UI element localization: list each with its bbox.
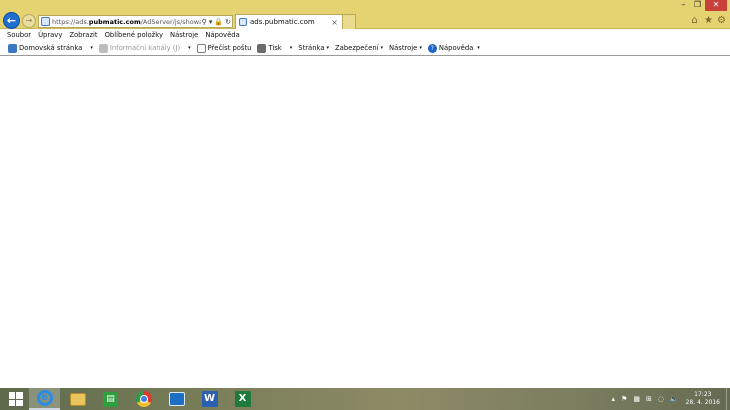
clock[interactable]: 17:23 28. 4. 2016 [686, 391, 720, 407]
home-page-button[interactable]: Domovská stránka ▾ [8, 43, 93, 53]
mail-icon [196, 43, 206, 53]
taskbar: e ▤ W X ▴ ⚑ ▦ ⊞ ◌ 🔈 17:23 28. 4. 2016 [0, 388, 730, 410]
read-mail-button[interactable]: Přečíst poštu [196, 43, 252, 53]
taskbar-word[interactable]: W [194, 388, 225, 410]
chevron-down-icon: ▾ [380, 45, 384, 51]
command-bar: Domovská stránka ▾ Informační kanály (J)… [0, 41, 730, 56]
chevron-down-icon[interactable]: ▾ [188, 45, 191, 51]
chevron-down-icon: ▾ [419, 45, 422, 51]
favorites-icon[interactable]: ★ [703, 15, 714, 26]
help-icon: ? [427, 43, 437, 53]
taskbar-file-explorer[interactable] [62, 388, 93, 410]
browser-titlebar: ← → https://ads.pubmatic.com/AdServer/js… [0, 0, 730, 29]
tab-title: ads.pubmatic.com [250, 18, 315, 26]
start-button[interactable] [0, 388, 31, 410]
printer-icon [257, 43, 267, 53]
network-icon[interactable]: ◌ [658, 395, 664, 403]
search-icon[interactable]: ⚲ ▾ [201, 18, 214, 26]
menu-tools[interactable]: Nástroje [170, 31, 198, 39]
menu-favorites[interactable]: Oblíbené položky [105, 31, 163, 39]
action-center-flag-icon[interactable]: ⚑ [621, 395, 627, 403]
internet-explorer-icon: e [36, 390, 53, 406]
menu-edit[interactable]: Úpravy [38, 31, 62, 39]
print-label: Tisk [268, 44, 282, 52]
page-content[interactable] [0, 57, 730, 388]
page-menu-label: Stránka [298, 44, 325, 52]
excel-icon: X [234, 391, 251, 407]
menu-help[interactable]: Nápověda [205, 31, 239, 39]
menu-view[interactable]: Zobrazit [69, 31, 97, 39]
new-tab-button[interactable] [343, 14, 356, 29]
back-button[interactable]: ← [3, 12, 20, 29]
print-button[interactable]: Tisk ▾ [257, 43, 293, 53]
refresh-icon[interactable]: ↻ [224, 18, 232, 26]
maximize-button[interactable]: ❐ [691, 0, 704, 11]
feeds-button[interactable]: Informační kanály (J) ▾ [98, 43, 191, 53]
browser-tab[interactable]: ads.pubmatic.com × [235, 14, 343, 29]
clock-time: 17:23 [694, 391, 712, 398]
tab-close-icon[interactable]: × [331, 18, 342, 27]
chevron-down-icon[interactable]: ▾ [290, 45, 293, 51]
settings-gear-icon[interactable]: ⚙ [716, 15, 727, 26]
chevron-down-icon: ▾ [477, 45, 480, 51]
address-bar[interactable]: https://ads.pubmatic.com/AdServer/js/sho… [38, 15, 233, 28]
safety-menu-button[interactable]: Zabezpečení ▾ [335, 44, 383, 52]
minimize-button[interactable]: – [677, 0, 690, 11]
forward-button[interactable]: → [22, 14, 36, 28]
word-icon: W [201, 391, 218, 407]
keyboard-icon[interactable]: ▦ [633, 395, 640, 403]
tools-menu-label: Nástroje [389, 44, 418, 52]
page-menu-button[interactable]: Stránka ▾ [298, 44, 329, 52]
close-button[interactable]: ✕ [705, 0, 727, 11]
page-icon [41, 17, 50, 26]
chrome-icon [135, 391, 152, 407]
home-page-label: Domovská stránka [19, 44, 83, 52]
taskbar-store[interactable]: ▤ [95, 388, 126, 410]
windows-start-icon [8, 392, 23, 406]
chevron-down-icon[interactable]: ▾ [90, 45, 93, 51]
home-page-icon [8, 43, 17, 53]
menu-bar: Soubor Úpravy Zobrazit Oblíbené položky … [0, 29, 730, 41]
taskbar-chrome[interactable] [128, 388, 159, 410]
lock-icon[interactable]: 🔒 [213, 18, 224, 26]
taskbar-excel[interactable]: X [227, 388, 258, 410]
tools-menu-button[interactable]: Nástroje ▾ [389, 44, 422, 52]
show-desktop-button[interactable] [726, 388, 730, 410]
taskbar-internet-explorer[interactable]: e [29, 388, 60, 410]
feeds-label: Informační kanály (J) [109, 44, 181, 52]
safety-menu-label: Zabezpečení [335, 44, 379, 52]
address-url[interactable]: https://ads.pubmatic.com/AdServer/js/sho… [52, 18, 201, 26]
read-mail-label: Přečíst poštu [207, 44, 252, 52]
home-icon[interactable]: ⌂ [689, 15, 700, 26]
file-explorer-icon [69, 392, 86, 406]
help-menu-button[interactable]: ? Nápověda ▾ [427, 43, 480, 53]
remote-desktop-icon [168, 392, 185, 406]
store-icon: ▤ [103, 391, 118, 407]
taskbar-remote-desktop[interactable] [161, 388, 192, 410]
clock-date: 28. 4. 2016 [685, 399, 720, 406]
tab-page-icon [239, 18, 247, 26]
help-menu-label: Nápověda [438, 44, 474, 52]
chevron-down-icon: ▾ [326, 45, 330, 51]
show-hidden-icons-icon[interactable]: ▴ [612, 395, 616, 403]
feed-icon [98, 43, 108, 53]
menu-file[interactable]: Soubor [7, 31, 31, 39]
volume-icon[interactable]: 🔈 [670, 395, 679, 403]
display-icon[interactable]: ⊞ [646, 395, 652, 403]
system-tray: ▴ ⚑ ▦ ⊞ ◌ 🔈 17:23 28. 4. 2016 [609, 388, 730, 410]
